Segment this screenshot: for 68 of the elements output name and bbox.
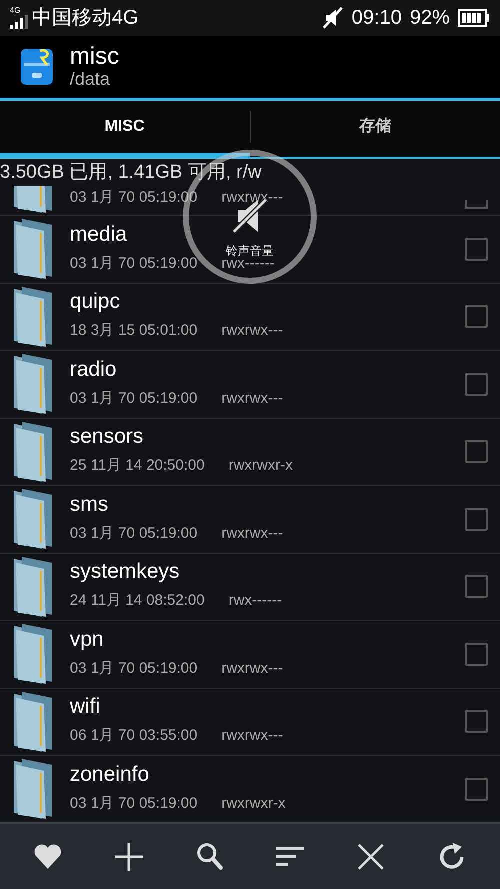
modified-date: 03 1月 70 05:19:00 [70,388,198,408]
folder-name: zoneinfo [70,764,150,784]
permissions: rwxrwx--- [222,188,284,208]
permissions: rwxrwx--- [222,524,284,544]
permissions: rwxrwxr-x [228,456,293,476]
folder-name: quipc [70,291,120,312]
folder-row[interactable]: wifi 06 1月 70 03:55:00 rwxrwx--- [0,688,500,756]
folder-row[interactable]: radio 03 1月 70 05:19:00 rwxrwx--- [0,351,500,418]
folder-name: sms [70,494,108,514]
modified-date: 03 1月 70 05:19:00 [70,658,198,678]
path-subtitle: /data [70,70,112,90]
checkbox[interactable] [465,508,488,531]
folder-icon [12,554,54,619]
folder-icon [12,487,54,552]
modified-date: 06 1月 70 03:55:00 [70,726,198,746]
folder-row[interactable]: systemkeys 24 11月 14 08:52:00 rwx------ [0,554,500,621]
folder-name: vpn [70,628,104,650]
folder-name: wifi [70,696,100,717]
tab[interactable]: 存储 [250,101,500,153]
checkbox[interactable] [465,575,488,598]
folder-icon [12,420,54,484]
add-icon[interactable] [112,840,145,872]
modified-date: 18 3月 15 05:01:00 [70,321,198,341]
modified-date: 03 1月 70 05:19:00 [70,524,198,544]
modified-date: 25 11月 14 20:50:00 [70,456,205,476]
folder-icon [12,690,54,754]
modified-date: 03 1月 70 05:19:00 [70,254,198,274]
permissions: rwx------ [228,591,282,611]
checkbox[interactable] [465,710,488,734]
battery-percent: 92% [410,6,450,31]
folder-icon [12,352,54,416]
folder-row[interactable]: quipc 18 3月 15 05:01:00 rwxrwx--- [0,284,500,351]
mute-icon [322,7,344,29]
carrier-name: 中国移动4G [32,6,139,31]
folder-name: radio [70,358,117,380]
folder-icon [12,217,54,282]
permissions: rwxrwxr-x [222,794,286,814]
screen-title: misc [70,44,120,70]
signal-icon [10,15,28,29]
folder-name: systemkeys [70,561,180,582]
checkbox[interactable] [465,440,488,464]
clock: 09:10 [352,6,402,31]
folder-icon [12,622,54,686]
folder-row[interactable]: vpn 03 1月 70 05:19:00 rwxrwx--- [0,621,500,688]
storage-info: 3.50GB 已用, 1.41GB 可用, r/w [0,161,262,185]
folder-icon [12,284,54,349]
folder-row[interactable]: sms 03 1月 70 05:19:00 rwxrwx--- [0,486,500,554]
checkbox[interactable] [465,372,488,396]
battery-icon [458,9,490,27]
modified-date: 24 11月 14 08:52:00 [70,591,205,611]
permissions: rwxrwx--- [222,321,284,341]
permissions: rwxrwx--- [222,726,284,746]
app-icon [20,47,54,87]
permissions: rwxrwx--- [222,658,284,678]
folder-row[interactable]: sensors 25 11月 14 20:50:00 rwxrwxr-x [0,418,500,486]
folder-name: sensors [70,426,144,447]
folder-icon [12,757,54,822]
network-label: 4G [10,7,22,15]
modified-date: 03 1月 70 05:19:00 [70,794,198,814]
checkbox[interactable] [465,305,488,328]
checkbox[interactable] [465,642,488,666]
checkbox[interactable] [465,778,488,801]
checkbox[interactable] [465,238,488,261]
toast-label: 铃声音量 [226,243,274,260]
permissions: rwxrwx--- [222,388,284,408]
tab[interactable]: MISC [0,101,250,153]
checkbox[interactable] [465,200,488,209]
folder-name: media [70,224,128,244]
